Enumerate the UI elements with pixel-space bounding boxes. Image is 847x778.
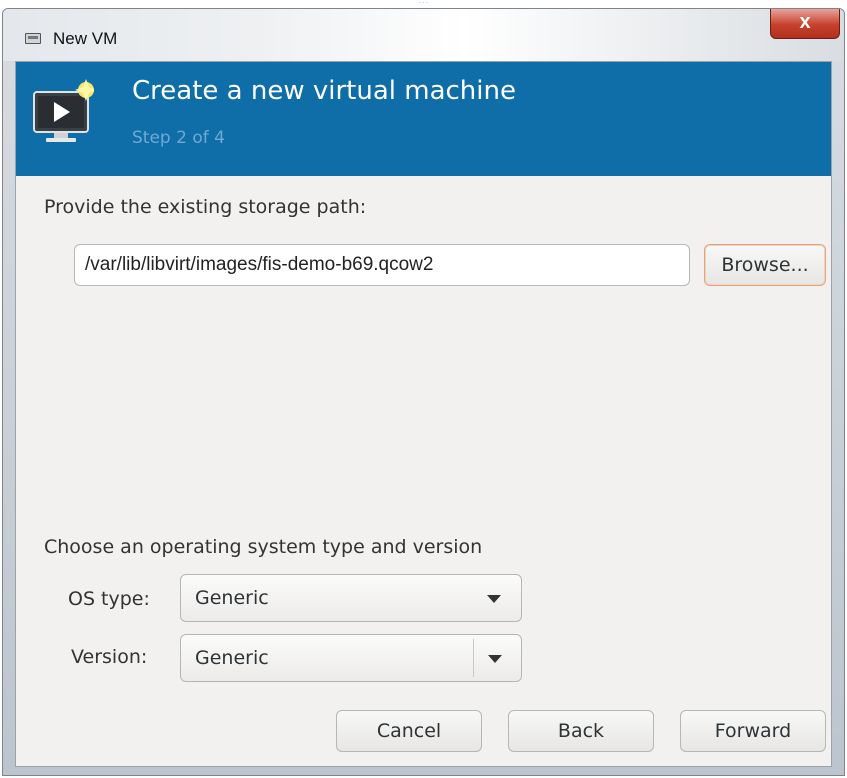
wizard-header: Create a new virtual machine Step 2 of 4: [16, 62, 831, 176]
virt-manager-icon: [25, 33, 41, 44]
chevron-down-icon: [488, 655, 502, 663]
version-value: Generic: [195, 647, 269, 669]
new-vm-dialog: New VM x Create a new virtual machine St…: [2, 8, 845, 776]
background-window-text: ...: [0, 0, 847, 3]
cancel-button[interactable]: Cancel: [336, 710, 482, 752]
browse-button[interactable]: Browse...: [704, 244, 826, 286]
storage-path-label: Provide the existing storage path:: [44, 196, 367, 218]
wizard-step: Step 2 of 4: [132, 128, 225, 148]
version-label: Version:: [71, 646, 148, 668]
os-section-label: Choose an operating system type and vers…: [44, 536, 483, 558]
storage-path-input[interactable]: [74, 244, 690, 286]
close-icon: x: [799, 11, 811, 33]
close-button[interactable]: x: [770, 9, 840, 39]
window-title: New VM: [53, 29, 118, 48]
os-type-value: Generic: [195, 587, 269, 609]
combo-divider: [473, 639, 474, 677]
title-bar[interactable]: New VM x: [3, 9, 844, 61]
os-type-dropdown[interactable]: Generic: [180, 574, 522, 622]
forward-button[interactable]: Forward: [680, 710, 826, 752]
wizard-title: Create a new virtual machine: [132, 76, 516, 106]
os-type-label: OS type:: [68, 588, 150, 610]
chevron-down-icon: [487, 595, 501, 603]
dialog-content: Create a new virtual machine Step 2 of 4…: [15, 61, 832, 767]
back-button[interactable]: Back: [508, 710, 654, 752]
vm-monitor-icon: [33, 79, 94, 142]
version-combo[interactable]: Generic: [180, 634, 522, 682]
